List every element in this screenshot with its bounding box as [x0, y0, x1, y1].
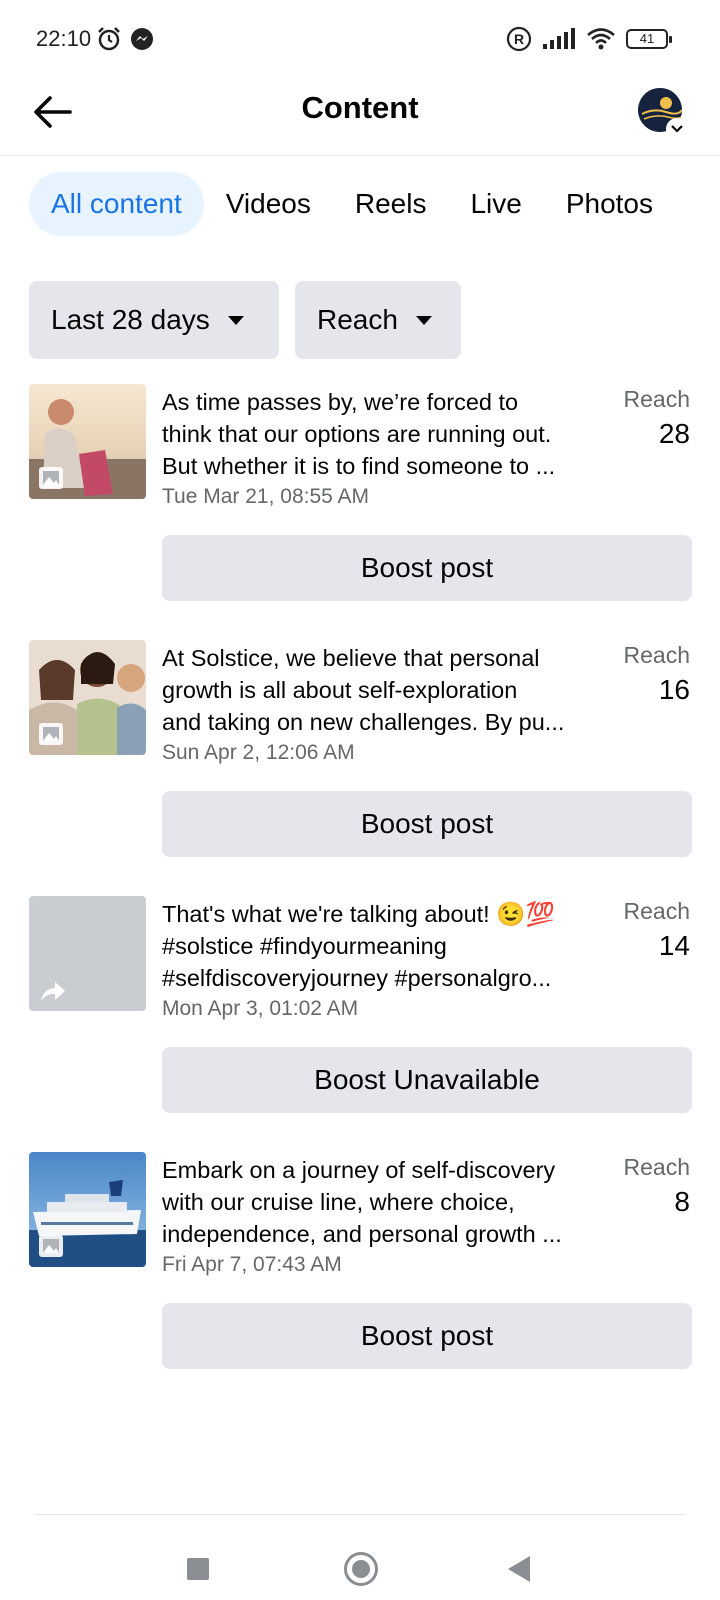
post-date: Tue Mar 21, 08:55 AM: [162, 485, 369, 508]
status-time: 22:10: [36, 26, 92, 51]
photo-badge-icon: [39, 1235, 63, 1257]
tab-videos[interactable]: Videos: [204, 172, 333, 236]
metric-dropdown[interactable]: Reach: [295, 281, 461, 359]
post-date: Fri Apr 7, 07:43 AM: [162, 1253, 342, 1276]
reach-value: 16: [658, 674, 690, 705]
post-text[interactable]: As time passes by, we’re forced to think…: [162, 386, 610, 482]
svg-text:R: R: [514, 31, 524, 47]
battery-icon: 41: [626, 29, 672, 49]
status-bar: 22:10 R 41: [0, 0, 720, 80]
date-range-dropdown[interactable]: Last 28 days: [29, 281, 279, 359]
post-text[interactable]: That's what we're talking about! 😉💯 #sol…: [162, 898, 610, 994]
reach-label: Reach: [623, 642, 690, 668]
reach-label: Reach: [623, 1154, 690, 1180]
content-tabs: All content Videos Reels Live Photos: [29, 172, 675, 236]
tab-photos[interactable]: Photos: [544, 172, 675, 236]
photo-badge-icon: [39, 723, 63, 745]
post-date: Mon Apr 3, 01:02 AM: [162, 997, 359, 1020]
messenger-icon: [131, 28, 153, 50]
tab-live[interactable]: Live: [448, 172, 543, 236]
post-text[interactable]: Embark on a journey of self-discovery wi…: [162, 1154, 610, 1250]
share-arrow-icon: [41, 982, 65, 1001]
reach-label: Reach: [623, 898, 690, 924]
photo-badge-icon: [39, 467, 63, 489]
recent-apps-icon[interactable]: [187, 1558, 209, 1580]
registered-icon: R: [506, 26, 532, 52]
reach-value: 8: [674, 1186, 690, 1217]
alarm-icon: [98, 27, 120, 51]
nav-divider: [34, 1514, 686, 1515]
post-thumbnail[interactable]: [29, 896, 146, 1011]
filters: Last 28 days Reach: [29, 281, 461, 359]
chevron-down-icon: [666, 118, 688, 140]
header: Content: [0, 80, 720, 156]
reach-label: Reach: [623, 386, 690, 412]
boost-unavailable-button[interactable]: Boost Unavailable: [162, 1047, 692, 1113]
post-item: As time passes by, we’re forced to think…: [0, 384, 720, 614]
date-range-label: Last 28 days: [51, 304, 210, 335]
post-item: That's what we're talking about! 😉💯 #sol…: [0, 896, 720, 1126]
tab-all-content[interactable]: All content: [29, 172, 204, 236]
post-item: Embark on a journey of self-discovery wi…: [0, 1152, 720, 1382]
post-item: At Solstice, we believe that personal gr…: [0, 640, 720, 870]
post-text[interactable]: At Solstice, we believe that personal gr…: [162, 642, 610, 738]
back-triangle-icon[interactable]: [508, 1556, 530, 1582]
boost-post-button[interactable]: Boost post: [162, 791, 692, 857]
reach-value: 14: [658, 930, 690, 961]
reach-value: 28: [658, 418, 690, 449]
tab-reels[interactable]: Reels: [333, 172, 449, 236]
post-thumbnail[interactable]: [29, 640, 146, 755]
signal-icon: [543, 28, 575, 49]
caret-down-icon: [415, 315, 432, 325]
boost-post-button[interactable]: Boost post: [162, 535, 692, 601]
post-date: Sun Apr 2, 12:06 AM: [162, 741, 355, 764]
boost-post-button[interactable]: Boost post: [162, 1303, 692, 1369]
caret-down-icon: [227, 315, 244, 325]
page-title: Content: [301, 90, 419, 125]
page-avatar-button[interactable]: [638, 88, 688, 140]
system-nav-bar: [0, 1530, 720, 1600]
wifi-icon: [587, 28, 615, 50]
post-thumbnail[interactable]: [29, 384, 146, 499]
home-icon[interactable]: [344, 1552, 378, 1586]
post-thumbnail[interactable]: [29, 1152, 146, 1267]
metric-label: Reach: [317, 304, 398, 335]
